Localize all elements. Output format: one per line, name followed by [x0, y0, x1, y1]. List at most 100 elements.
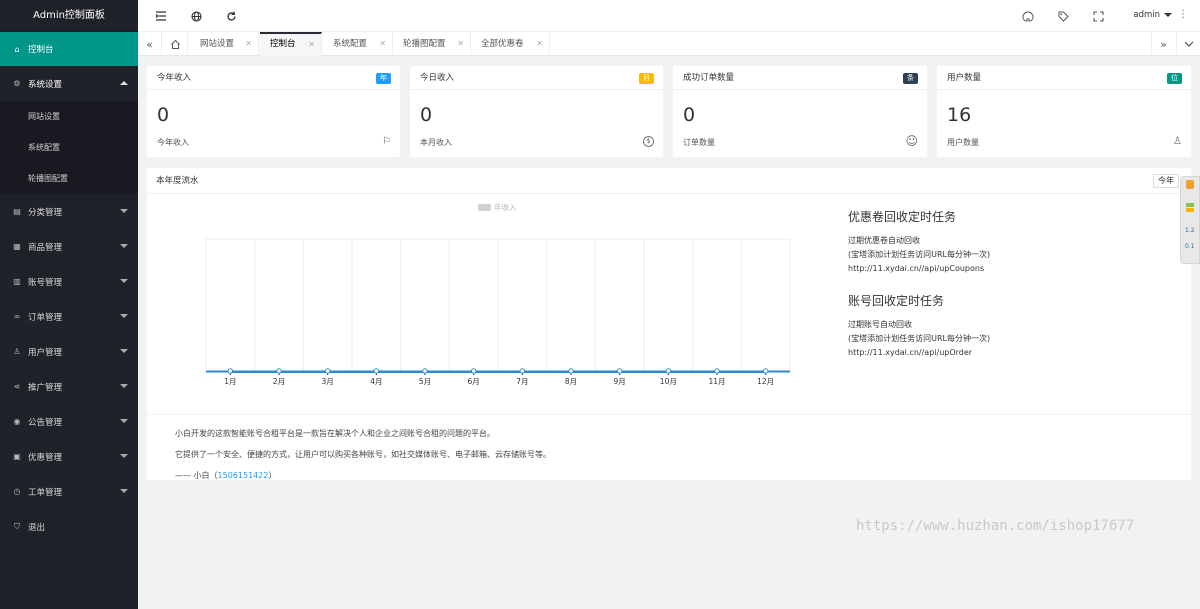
globe-icon[interactable] [189, 9, 203, 23]
about-signature: —— 小白（1506151422） [175, 471, 277, 480]
submenu-system-settings: 网站设置 系统配置 轮播图配置 [0, 101, 138, 194]
sidebar-item-discounts[interactable]: ▣ 优惠管理 [0, 439, 138, 474]
refresh-icon[interactable] [224, 9, 238, 23]
chevron-down-icon [120, 279, 128, 283]
sidebar-item-orders[interactable]: ∞ 订单管理 [0, 299, 138, 334]
chevron-down-icon [120, 209, 128, 213]
sidebar-item-notices[interactable]: ◉ 公告管理 [0, 404, 138, 439]
tab-home-icon[interactable] [164, 32, 188, 56]
card-title: 今日收入 月 [410, 66, 663, 90]
dollar-icon: $ [643, 136, 654, 147]
theme-icon[interactable] [1021, 9, 1035, 23]
sidebar-item-users[interactable]: ♙ 用户管理 [0, 334, 138, 369]
tab-dashboard[interactable]: 控制台 ✕ [260, 32, 322, 56]
sidebar-item-label: 分类管理 [28, 207, 63, 218]
sidebar-item-accounts[interactable]: ▥ 账号管理 [0, 264, 138, 299]
data-point [519, 368, 526, 374]
card-title: 成功订单数量 条 [673, 66, 927, 90]
submenu-item-system-config[interactable]: 系统配置 [0, 132, 138, 163]
x-tick-label: 9月 [614, 377, 626, 386]
sidebar-item-label: 商品管理 [28, 242, 63, 253]
close-icon[interactable]: ✕ [536, 32, 543, 56]
x-tick-label: 2月 [273, 377, 285, 386]
tab-site-settings[interactable]: 网站设置 ✕ [190, 32, 259, 56]
data-point [470, 368, 477, 374]
chevron-down-icon [120, 349, 128, 353]
chevron-down-icon [120, 454, 128, 458]
tab-system-config[interactable]: 系统配置 ✕ [323, 32, 393, 56]
x-tick-label: 11月 [708, 377, 725, 386]
sidebar-item-label: 系统设置 [28, 79, 63, 90]
tab-dropdown-icon[interactable] [1176, 32, 1200, 56]
cron-tasks: 优惠卷回收定时任务 过期优惠卷自动回收 (宝塔添加计划任务访问URL每分钟一次)… [848, 208, 1168, 376]
legend-swatch [478, 204, 491, 211]
clock-icon: ◷ [13, 487, 21, 496]
chevron-down-icon [120, 314, 128, 318]
top-header: admin ⋮ [138, 0, 1200, 32]
submenu-item-carousel-config[interactable]: 轮播图配置 [0, 163, 138, 194]
close-icon[interactable]: ✕ [308, 34, 315, 55]
fullscreen-icon[interactable] [1091, 9, 1105, 23]
legend-label: 年收入 [494, 202, 517, 212]
task-coupon-recycle: 优惠卷回收定时任务 过期优惠卷自动回收 (宝塔添加计划任务访问URL每分钟一次)… [848, 208, 1168, 276]
tab-scroll-left-icon[interactable]: « [138, 32, 162, 56]
task-note: (宝塔添加计划任务访问URL每分钟一次) [848, 334, 991, 343]
close-icon[interactable]: ✕ [457, 32, 464, 56]
stat-card-users: 用户数量 位 16 用户数量 ♙ [937, 66, 1191, 157]
x-tick-label: 5月 [419, 377, 431, 386]
task-url: http://11.xydai.cn//api/upOrder [848, 348, 973, 357]
chevron-down-icon [120, 489, 128, 493]
annual-flow-panel: 本年度流水 今年 年收入 1月 2月 3月 4月 5月 6月 7月 8月 9月 10月 11月 12月 … [147, 168, 1191, 480]
task-title: 优惠卷回收定时任务 [848, 210, 957, 224]
tab-label: 控制台 [270, 39, 296, 49]
user-menu[interactable]: admin [1133, 10, 1172, 20]
sidebar-item-system-settings[interactable]: ⚙ 系统设置 [0, 66, 138, 101]
data-point [714, 368, 720, 374]
monitor-value: 0.1 [1185, 243, 1195, 250]
tag-icon[interactable] [1056, 9, 1070, 23]
sidebar-item-label: 控制台 [28, 45, 54, 55]
user-icon: ♙ [13, 347, 21, 356]
sidebar-item-dashboard[interactable]: ⌂ 控制台 [0, 32, 138, 66]
data-point [422, 368, 428, 374]
menu-toggle-icon[interactable] [154, 9, 168, 23]
card-value: 0 [157, 104, 170, 126]
chevron-down-icon [120, 244, 128, 248]
close-icon[interactable]: ✕ [245, 32, 252, 56]
data-point [616, 368, 623, 374]
home-icon: ⌂ [14, 44, 20, 54]
data-point [568, 368, 574, 374]
tab-all-coupons[interactable]: 全部优惠卷 ✕ [471, 32, 550, 56]
sidebar-item-category[interactable]: ▤ 分类管理 [0, 194, 138, 229]
sidebar-item-label: 订单管理 [28, 312, 63, 323]
more-icon[interactable]: ⋮ [1178, 9, 1188, 20]
sidebar-item-goods[interactable]: ▦ 商品管理 [0, 229, 138, 264]
tab-scroll-right-icon[interactable]: » [1151, 32, 1175, 56]
card-foot-label: 订单数量 [683, 138, 715, 147]
about-line: 它提供了一个安全、便捷的方式，让用户可以购买各种账号，如社交媒体账号、电子邮箱、… [175, 450, 551, 459]
about-line: 小白开发的这款智能账号合租平台是一款旨在解决个人和企业之间账号合租的问题的平台。 [175, 429, 495, 438]
x-tick-label: 12月 [757, 377, 774, 386]
floating-monitor-widget[interactable]: 1.2 0.1 [1180, 176, 1200, 264]
close-icon[interactable]: ✕ [379, 32, 386, 56]
link-icon: ∞ [13, 312, 21, 321]
app-logo: Admin控制面板 [0, 0, 138, 32]
x-tick-label: 7月 [516, 377, 528, 386]
card-value: 16 [947, 104, 972, 126]
sidebar-item-promotion[interactable]: ⋖ 推广管理 [0, 369, 138, 404]
chevron-up-icon [120, 81, 128, 85]
year-select[interactable]: 今年 [1153, 174, 1179, 188]
sidebar-item-logout[interactable]: ⛉ 退出 [0, 509, 138, 544]
stat-card-orders: 成功订单数量 条 0 订单数量 ☺ [673, 66, 927, 157]
sidebar-item-label: 公告管理 [28, 417, 63, 428]
submenu-item-site-settings[interactable]: 网站设置 [0, 101, 138, 132]
sidebar-item-tickets[interactable]: ◷ 工单管理 [0, 474, 138, 509]
tab-carousel-config[interactable]: 轮播图配置 ✕ [393, 32, 471, 56]
x-tick-label: 10月 [660, 377, 677, 386]
sidebar: Admin控制面板 ⌂ 控制台 ⚙ 系统设置 网站设置 系统配置 轮播图配置 ▤… [0, 0, 138, 609]
account-icon: ▥ [13, 277, 21, 286]
x-tick-label: 1月 [224, 377, 236, 386]
qq-link[interactable]: 1506151422 [218, 471, 269, 480]
sidebar-item-label: 用户管理 [28, 347, 63, 358]
card-value: 0 [683, 104, 696, 126]
